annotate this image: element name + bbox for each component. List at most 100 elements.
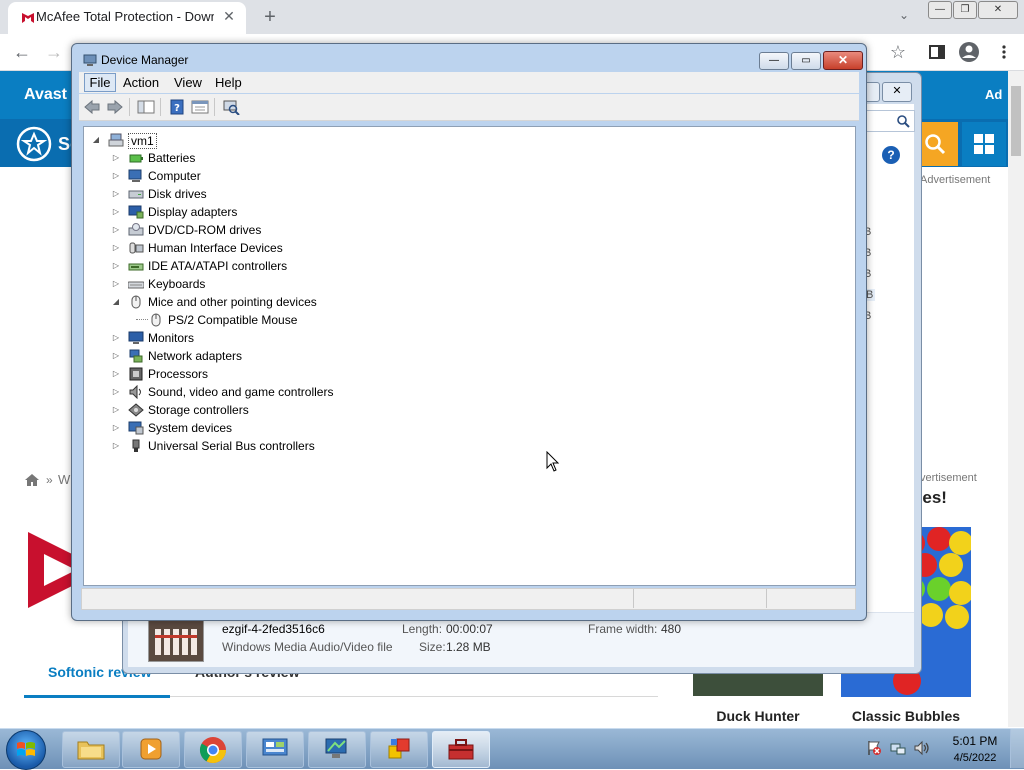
help-icon[interactable]: ? (882, 146, 900, 164)
tree-root-label: vm1 (128, 133, 157, 149)
tree-root[interactable]: ◢ vm1 (90, 131, 390, 149)
tree-item-label: Mice and other pointing devices (148, 295, 317, 309)
tree-category-item[interactable]: ▷ Keyboards (90, 275, 430, 293)
taskbar-explorer-button[interactable] (62, 731, 120, 768)
show-desktop-button[interactable] (1010, 729, 1024, 768)
taskbar-network-button[interactable] (308, 731, 366, 768)
side-panel-icon[interactable] (928, 44, 946, 60)
page-scrollbar-thumb[interactable] (1011, 86, 1021, 156)
tree-category-item[interactable]: ◢ Mice and other pointing devices (90, 293, 430, 311)
game-name-duck-hunter[interactable]: Duck Hunter (693, 708, 823, 724)
expand-triangle-icon[interactable]: ▷ (112, 347, 120, 365)
browser-minimize-button[interactable]: — (928, 1, 952, 19)
page-scrollbar[interactable] (1008, 71, 1024, 727)
size-label: Size: (419, 640, 446, 654)
tree-item-label: Processors (148, 367, 209, 381)
menu-view[interactable]: View (174, 75, 202, 90)
volume-icon[interactable] (914, 740, 930, 756)
properties-icon[interactable] (191, 99, 209, 115)
windows-logo-icon (17, 742, 35, 756)
expand-triangle-icon[interactable]: ▷ (112, 329, 120, 347)
expand-triangle-icon[interactable]: ▷ (112, 185, 120, 203)
tree-category-item[interactable]: ▷ Network adapters (90, 347, 430, 365)
help-book-icon[interactable]: ? (168, 99, 186, 115)
action-center-flag-icon[interactable] (866, 740, 882, 756)
tree-category-item[interactable]: ▷ Batteries (90, 149, 430, 167)
tree-category-item[interactable]: ▷ Monitors (90, 329, 430, 347)
expand-triangle-icon[interactable]: ▷ (112, 401, 120, 419)
bookmark-star-icon[interactable]: ☆ (886, 40, 910, 64)
softonic-logo-icon[interactable] (16, 126, 52, 162)
expand-triangle-icon[interactable]: ▷ (112, 437, 120, 455)
tree-item-label: Display adapters (148, 205, 238, 219)
tree-item-label: Batteries (148, 151, 196, 165)
window-title: Device Manager (101, 53, 189, 67)
expand-triangle-icon[interactable]: ▷ (112, 383, 120, 401)
tree-category-item[interactable]: ▷ Storage controllers (90, 401, 430, 419)
tree-category-item[interactable]: ▷ Computer (90, 167, 430, 185)
taskbar-app-button[interactable] (370, 731, 428, 768)
browser-close-button[interactable]: ✕ (978, 1, 1018, 19)
expand-triangle-icon[interactable]: ▷ (112, 203, 120, 221)
expand-triangle-icon[interactable]: ▷ (112, 419, 120, 437)
expand-triangle-icon[interactable]: ▷ (112, 221, 120, 239)
profile-avatar-icon[interactable] (958, 41, 980, 63)
tree-category-item[interactable]: ▷ Disk drives (90, 185, 430, 203)
game-name-classic-bubbles[interactable]: Classic Bubbles (841, 708, 971, 724)
tab-search-icon[interactable]: ⌄ (892, 8, 916, 28)
breadcrumb-item[interactable]: W (58, 472, 70, 487)
tab-close-icon[interactable]: ✕ (220, 7, 238, 25)
back-arrow-icon[interactable] (83, 99, 101, 115)
taskbar-chrome-button[interactable] (184, 731, 242, 768)
colored-squares-icon (388, 738, 410, 759)
forward-arrow-icon[interactable] (106, 99, 124, 115)
network-tray-icon[interactable] (890, 740, 906, 756)
menu-action[interactable]: Action (123, 75, 159, 90)
tree-category-item[interactable]: ▷ Universal Serial Bus controllers (90, 437, 430, 455)
tree-category-item[interactable]: ▷ IDE ATA/ATAPI controllers (90, 257, 430, 275)
home-icon[interactable] (24, 472, 40, 488)
expand-triangle-icon[interactable]: ▷ (112, 365, 120, 383)
tree-category-item[interactable]: ▷ Display adapters (90, 203, 430, 221)
collapse-triangle-icon[interactable]: ◢ (112, 293, 120, 311)
tree-category-item[interactable]: ▷ Human Interface Devices (90, 239, 430, 257)
expand-triangle-icon[interactable]: ▷ (112, 275, 120, 293)
forward-button[interactable]: → (42, 40, 66, 64)
taskbar-device-manager-button[interactable] (432, 731, 490, 768)
background-window-search-input[interactable] (865, 110, 915, 132)
windows-platform-button[interactable] (962, 122, 1006, 166)
tree-child-item[interactable]: PS/2 Compatible Mouse (90, 311, 430, 329)
tree-category-item[interactable]: ▷ Processors (90, 365, 430, 383)
maximize-button[interactable]: ▭ (791, 52, 821, 70)
expand-triangle-icon[interactable]: ▷ (112, 149, 120, 167)
background-window-close-button[interactable]: ✕ (882, 82, 912, 102)
tree-category-item[interactable]: ▷ DVD/CD-ROM drives (90, 221, 430, 239)
mouse-cursor-icon (546, 451, 560, 472)
taskbar-clock-time[interactable]: 5:01 PM (948, 734, 1002, 748)
menu-file[interactable]: File (84, 73, 116, 92)
tree-item-label: PS/2 Compatible Mouse (168, 313, 298, 327)
close-button[interactable]: ✕ (823, 51, 863, 70)
taskbar-control-panel-button[interactable] (246, 731, 304, 768)
tree-category-item[interactable]: ▷ System devices (90, 419, 430, 437)
battery-icon (129, 154, 143, 163)
frame-width-label: Frame width: (588, 622, 658, 636)
browser-restore-button[interactable]: ❐ (953, 1, 977, 19)
expand-triangle-icon[interactable]: ▷ (112, 239, 120, 257)
browser-menu-icon[interactable] (1000, 44, 1008, 60)
start-button[interactable] (6, 730, 46, 770)
expand-triangle-icon[interactable]: ▷ (112, 167, 120, 185)
show-hide-tree-icon[interactable] (137, 99, 155, 115)
expand-triangle-icon[interactable]: ▷ (112, 257, 120, 275)
new-tab-button[interactable]: + (258, 5, 282, 29)
back-button[interactable]: ← (10, 40, 34, 64)
tree-category-item[interactable]: ▷ Sound, video and game controllers (90, 383, 430, 401)
menu-help[interactable]: Help (215, 75, 242, 90)
processor-icon (129, 367, 143, 381)
scan-hardware-icon[interactable] (222, 99, 240, 115)
taskbar-media-player-button[interactable] (122, 731, 180, 768)
taskbar-clock-date[interactable]: 4/5/2022 (944, 752, 1006, 764)
collapse-triangle-icon[interactable]: ◢ (92, 131, 100, 149)
minimize-button[interactable]: — (759, 52, 789, 70)
tab-divider (170, 696, 658, 697)
